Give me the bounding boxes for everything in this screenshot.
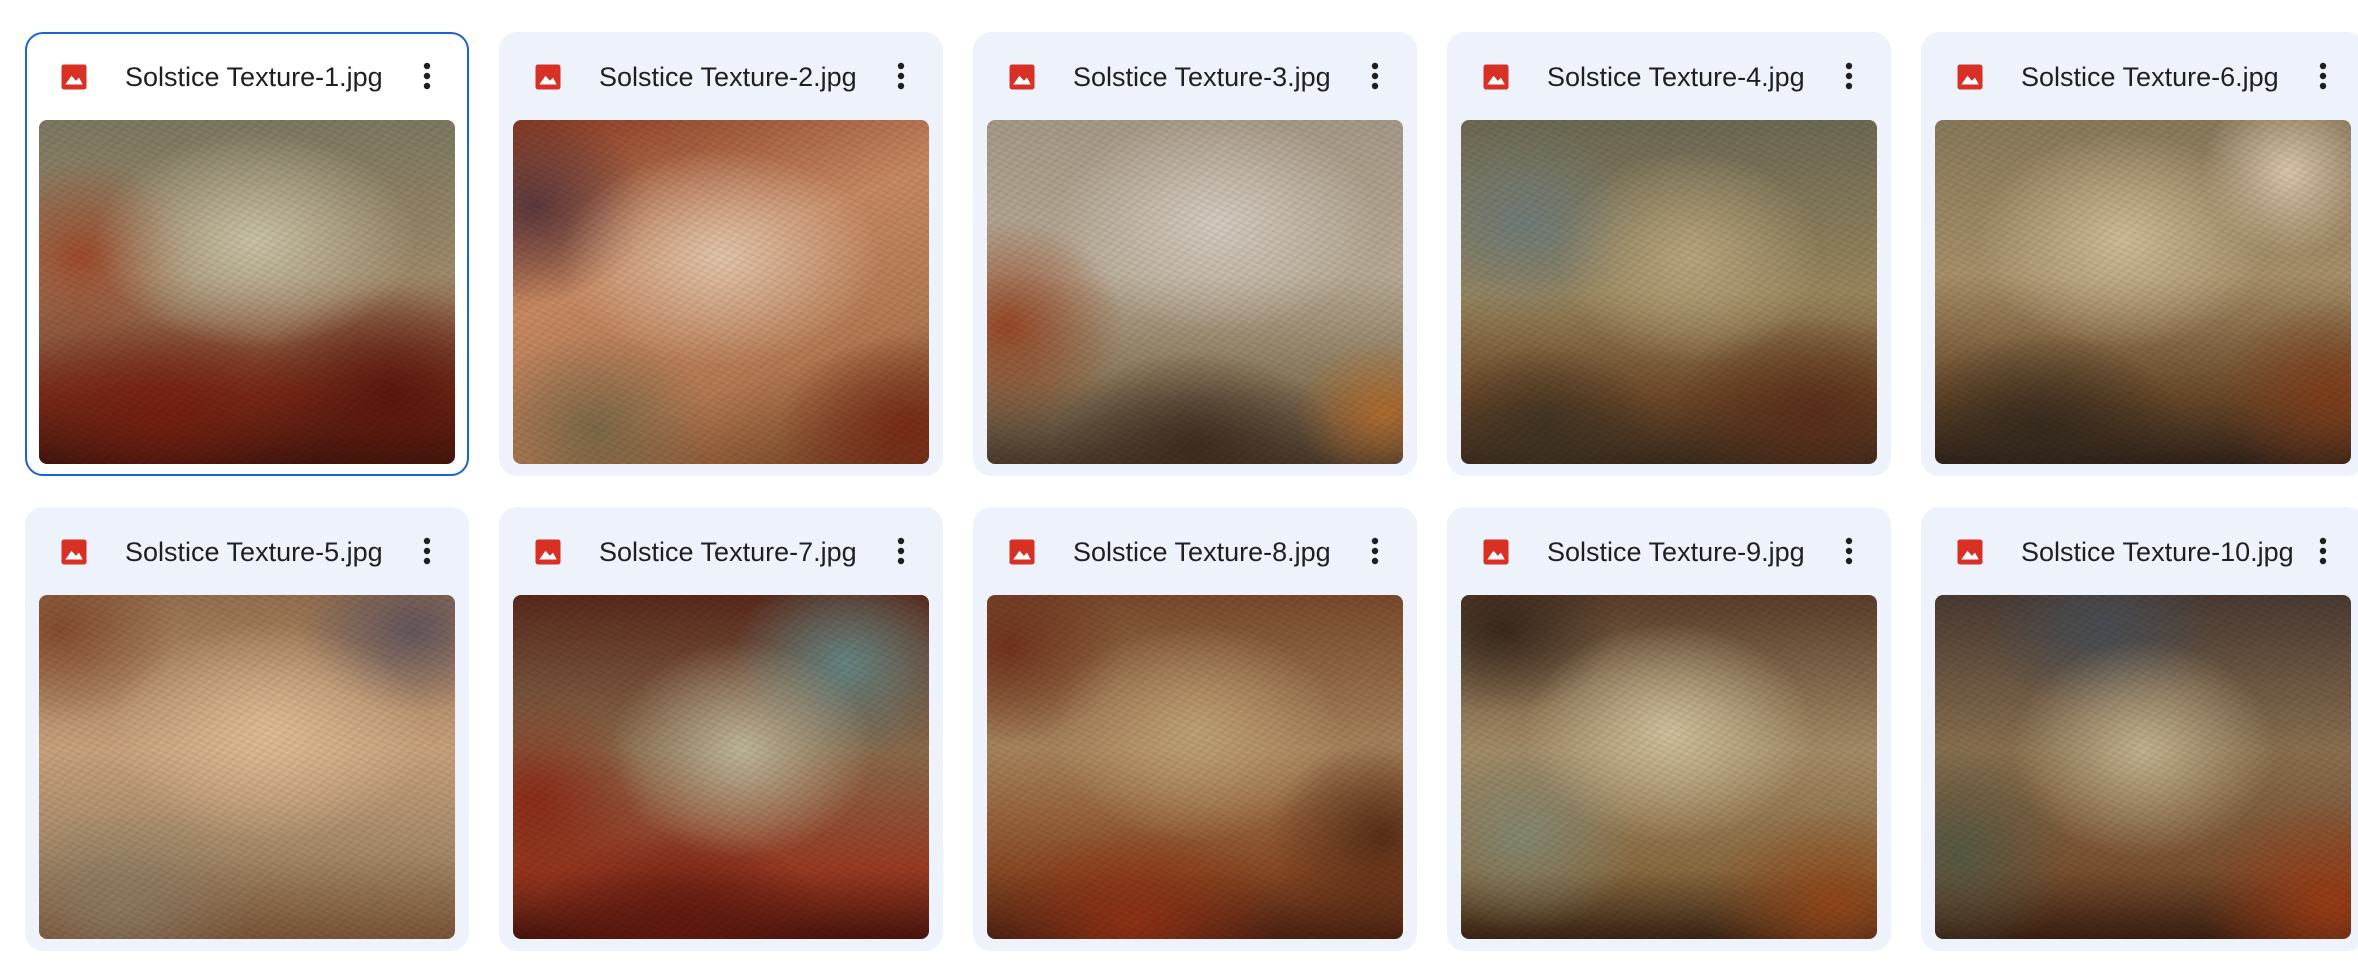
more-actions-button[interactable] bbox=[879, 529, 923, 573]
more-actions-button[interactable] bbox=[1353, 529, 1397, 573]
file-card-header: Solstice Texture-8.jpg bbox=[973, 507, 1417, 595]
image-file-icon bbox=[1483, 64, 1509, 90]
file-card-header: Solstice Texture-1.jpg bbox=[27, 34, 467, 122]
more-vert-icon bbox=[423, 62, 431, 90]
file-card[interactable]: Solstice Texture-8.jpg bbox=[973, 507, 1417, 951]
image-file-icon bbox=[1009, 539, 1035, 565]
file-card-header: Solstice Texture-7.jpg bbox=[499, 507, 943, 595]
more-vert-icon bbox=[2319, 62, 2327, 90]
file-thumbnail[interactable] bbox=[987, 120, 1403, 464]
file-thumbnail[interactable] bbox=[1461, 595, 1877, 939]
file-card[interactable]: Solstice Texture-10.jpg bbox=[1921, 507, 2358, 951]
file-name: Solstice Texture-1.jpg bbox=[125, 62, 383, 92]
file-name: Solstice Texture-7.jpg bbox=[599, 537, 857, 567]
more-actions-button[interactable] bbox=[1827, 54, 1871, 98]
more-vert-icon bbox=[897, 537, 905, 565]
file-name: Solstice Texture-10.jpg bbox=[2021, 537, 2294, 567]
file-card[interactable]: Solstice Texture-6.jpg bbox=[1921, 32, 2358, 476]
more-actions-button[interactable] bbox=[2301, 529, 2345, 573]
file-name: Solstice Texture-3.jpg bbox=[1073, 62, 1331, 92]
file-thumbnail[interactable] bbox=[513, 120, 929, 464]
file-name: Solstice Texture-4.jpg bbox=[1547, 62, 1805, 92]
more-vert-icon bbox=[423, 537, 431, 565]
more-vert-icon bbox=[1845, 537, 1853, 565]
more-actions-button[interactable] bbox=[1827, 529, 1871, 573]
file-thumbnail[interactable] bbox=[513, 595, 929, 939]
file-name: Solstice Texture-2.jpg bbox=[599, 62, 857, 92]
file-card-header: Solstice Texture-3.jpg bbox=[973, 32, 1417, 120]
file-name: Solstice Texture-5.jpg bbox=[125, 537, 383, 567]
file-card[interactable]: Solstice Texture-4.jpg bbox=[1447, 32, 1891, 476]
file-thumbnail[interactable] bbox=[1935, 120, 2351, 464]
image-file-icon bbox=[535, 539, 561, 565]
image-file-icon bbox=[535, 64, 561, 90]
file-card[interactable]: Solstice Texture-5.jpg bbox=[25, 507, 469, 951]
file-card[interactable]: Solstice Texture-7.jpg bbox=[499, 507, 943, 951]
more-actions-button[interactable] bbox=[1353, 54, 1397, 98]
file-thumbnail[interactable] bbox=[39, 120, 455, 464]
file-card[interactable]: Solstice Texture-2.jpg bbox=[499, 32, 943, 476]
file-thumbnail[interactable] bbox=[39, 595, 455, 939]
more-actions-button[interactable] bbox=[405, 54, 449, 98]
file-name: Solstice Texture-6.jpg bbox=[2021, 62, 2279, 92]
file-grid: Solstice Texture-1.jpg Solstice Texture-… bbox=[0, 0, 2358, 968]
file-card-header: Solstice Texture-10.jpg bbox=[1921, 507, 2358, 595]
image-file-icon bbox=[1957, 64, 1983, 90]
file-card-header: Solstice Texture-4.jpg bbox=[1447, 32, 1891, 120]
file-card-header: Solstice Texture-9.jpg bbox=[1447, 507, 1891, 595]
image-file-icon bbox=[1009, 64, 1035, 90]
file-card-header: Solstice Texture-6.jpg bbox=[1921, 32, 2358, 120]
file-name: Solstice Texture-9.jpg bbox=[1547, 537, 1805, 567]
more-vert-icon bbox=[1371, 62, 1379, 90]
file-thumbnail[interactable] bbox=[1935, 595, 2351, 939]
image-file-icon bbox=[1957, 539, 1983, 565]
more-actions-button[interactable] bbox=[879, 54, 923, 98]
file-card[interactable]: Solstice Texture-1.jpg bbox=[25, 32, 469, 476]
image-file-icon bbox=[61, 539, 87, 565]
file-thumbnail[interactable] bbox=[987, 595, 1403, 939]
image-file-icon bbox=[1483, 539, 1509, 565]
more-actions-button[interactable] bbox=[405, 529, 449, 573]
more-vert-icon bbox=[1371, 537, 1379, 565]
file-card-header: Solstice Texture-2.jpg bbox=[499, 32, 943, 120]
file-thumbnail[interactable] bbox=[1461, 120, 1877, 464]
more-vert-icon bbox=[1845, 62, 1853, 90]
more-vert-icon bbox=[2319, 537, 2327, 565]
file-card[interactable]: Solstice Texture-3.jpg bbox=[973, 32, 1417, 476]
file-card-header: Solstice Texture-5.jpg bbox=[25, 507, 469, 595]
image-file-icon bbox=[61, 64, 87, 90]
more-actions-button[interactable] bbox=[2301, 54, 2345, 98]
more-vert-icon bbox=[897, 62, 905, 90]
file-name: Solstice Texture-8.jpg bbox=[1073, 537, 1331, 567]
file-card[interactable]: Solstice Texture-9.jpg bbox=[1447, 507, 1891, 951]
